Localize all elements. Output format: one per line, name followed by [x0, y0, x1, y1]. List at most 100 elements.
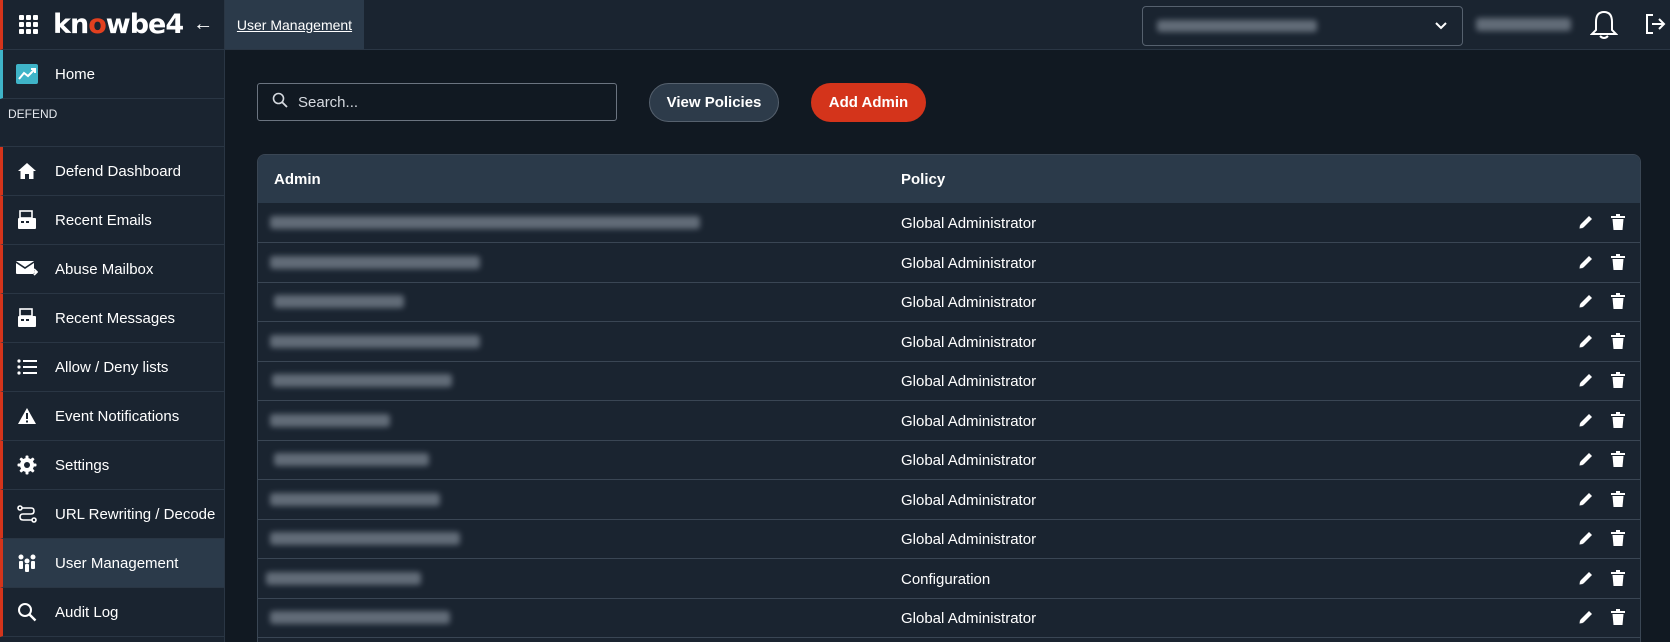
- table-row[interactable]: [redacted email] Global Administrator: [258, 322, 1640, 362]
- admin-email-redacted: [redacted email]: [266, 571, 421, 585]
- brand-bar: knowbe4 ←: [0, 0, 224, 50]
- edit-pencil-icon[interactable]: [1578, 530, 1594, 550]
- edit-pencil-icon[interactable]: [1578, 412, 1594, 432]
- delete-trash-icon[interactable]: [1611, 569, 1625, 590]
- sidebar-item-allow-deny-lists[interactable]: Allow / Deny lists: [0, 343, 224, 392]
- policy-cell: Global Administrator: [901, 452, 1037, 469]
- policy-cell: Global Administrator: [901, 373, 1037, 390]
- delete-trash-icon[interactable]: [1611, 372, 1625, 392]
- policy-cell: Global Administrator: [901, 531, 1037, 548]
- user-name-redacted[interactable]: [1476, 18, 1571, 31]
- breadcrumb-user-management[interactable]: User Management: [225, 0, 364, 49]
- sidebar-item-user-management[interactable]: User Management: [0, 539, 224, 588]
- sidebar-item-label: Audit Log: [55, 603, 119, 621]
- table-row[interactable]: [redacted email] Global Administrator: [258, 480, 1640, 520]
- sidebar-item-recent-emails[interactable]: Recent Emails: [0, 196, 224, 245]
- policy-cell: Global Administrator: [901, 491, 1037, 509]
- sidebar-item-label: Recent Emails: [55, 211, 152, 229]
- policy-cell: Global Administrator: [901, 333, 1037, 351]
- sidebar-item-label: Abuse Mailbox: [55, 260, 154, 278]
- logout-icon[interactable]: [1644, 13, 1666, 40]
- search-icon: [16, 601, 38, 623]
- table-row[interactable]: [redacted email] Global Administrator: [258, 519, 1640, 559]
- table-row[interactable]: [redacted email] Global Administrator: [258, 203, 1640, 243]
- add-admin-button[interactable]: Add Admin: [811, 83, 926, 122]
- policy-cell: Global Administrator: [901, 610, 1037, 627]
- inbox-icon: [16, 209, 38, 231]
- home-icon: [16, 160, 38, 182]
- admin-email-redacted: [redacted email]: [270, 532, 460, 545]
- admin-email-redacted: [redacted email]: [272, 374, 452, 387]
- chevron-down-icon: [1434, 19, 1448, 38]
- admin-email-redacted: [redacted email]: [274, 295, 404, 308]
- users-icon: [16, 552, 38, 574]
- warning-icon: [16, 405, 38, 427]
- table-row[interactable]: [redacted email] Global Administrator: [258, 401, 1640, 441]
- delete-trash-icon[interactable]: [1611, 293, 1625, 313]
- delete-trash-icon[interactable]: [1611, 490, 1625, 511]
- app-grid-icon[interactable]: [19, 14, 39, 35]
- delete-trash-icon[interactable]: [1611, 530, 1625, 550]
- search-input[interactable]: [298, 93, 598, 111]
- sidebar-item-label: Event Notifications: [55, 407, 180, 425]
- search-icon: [272, 92, 288, 113]
- edit-pencil-icon[interactable]: [1578, 254, 1594, 274]
- trending-chart-icon: [16, 63, 38, 85]
- delete-trash-icon[interactable]: [1611, 609, 1625, 629]
- top-bar: User Management: [225, 0, 1670, 50]
- admin-email-redacted: [redacted email]: [270, 611, 450, 624]
- edit-pencil-icon[interactable]: [1578, 293, 1594, 313]
- table-row[interactable]: [redacted email] Global Administrator: [258, 361, 1640, 401]
- policy-cell: Global Administrator: [901, 294, 1037, 311]
- sidebar-item-abuse-mailbox[interactable]: Abuse Mailbox: [0, 245, 224, 294]
- admin-email-redacted: [redacted email]: [270, 255, 480, 269]
- edit-pencil-icon[interactable]: [1578, 570, 1594, 590]
- sidebar-item-home[interactable]: Home: [0, 50, 224, 99]
- sidebar-item-audit-log[interactable]: Audit Log: [0, 588, 224, 637]
- notifications-bell-icon[interactable]: [1589, 10, 1619, 45]
- sidebar-item-label: Allow / Deny lists: [55, 358, 169, 376]
- policy-cell: Global Administrator: [901, 254, 1037, 272]
- knowbe4-logo[interactable]: knowbe4: [53, 9, 184, 40]
- account-name-redacted: [1157, 20, 1317, 32]
- sidebar-item-recent-messages[interactable]: Recent Messages: [0, 294, 224, 343]
- table-row[interactable]: [redacted email] Global Administrator: [258, 243, 1640, 283]
- sidebar-item-label: Recent Messages: [55, 309, 176, 327]
- edit-pencil-icon[interactable]: [1578, 609, 1594, 629]
- edit-pencil-icon[interactable]: [1578, 451, 1594, 471]
- table-row[interactable]: [redacted email] Global Administrator: [258, 282, 1640, 322]
- collapse-sidebar-arrow-icon[interactable]: ←: [193, 13, 213, 36]
- section-label-defend: DEFEND: [0, 99, 224, 147]
- mail-forward-icon: [16, 258, 38, 280]
- sidebar-item-label: Settings: [55, 456, 110, 474]
- admin-email-redacted: [redacted email]: [274, 453, 429, 466]
- edit-pencil-icon[interactable]: [1578, 214, 1594, 234]
- delete-trash-icon[interactable]: [1611, 332, 1625, 353]
- admin-email-redacted: [redacted email]: [270, 216, 700, 229]
- sidebar-item-defend-dashboard[interactable]: Defend Dashboard: [0, 147, 224, 196]
- account-selector[interactable]: [1142, 6, 1463, 46]
- sidebar-item-settings[interactable]: Settings: [0, 441, 224, 490]
- delete-trash-icon[interactable]: [1611, 253, 1625, 274]
- table-row[interactable]: [redacted email] Global Administrator: [258, 440, 1640, 480]
- delete-trash-icon[interactable]: [1611, 451, 1625, 471]
- inbox-icon: [16, 307, 38, 329]
- edit-pencil-icon[interactable]: [1578, 333, 1594, 353]
- sidebar: knowbe4 ← Home DEFEND Defend Dashboard R…: [0, 0, 225, 642]
- edit-pencil-icon[interactable]: [1578, 372, 1594, 392]
- delete-trash-icon[interactable]: [1611, 214, 1625, 234]
- admin-email-redacted: [redacted email]: [270, 334, 480, 348]
- list-icon: [16, 356, 38, 378]
- policy-cell: Global Administrator: [901, 215, 1037, 232]
- view-policies-button[interactable]: View Policies: [649, 83, 779, 122]
- sidebar-item-label: Defend Dashboard: [55, 162, 181, 180]
- sidebar-item-url-rewriting[interactable]: URL Rewriting / Decode: [0, 490, 224, 539]
- table-row[interactable]: [redacted email] Configuration: [258, 559, 1640, 599]
- table-row[interactable]: [redacted email] Global Administrator: [258, 598, 1640, 638]
- sidebar-item-event-notifications[interactable]: Event Notifications: [0, 392, 224, 441]
- sidebar-item-label: URL Rewriting / Decode: [55, 505, 216, 523]
- delete-trash-icon[interactable]: [1611, 411, 1625, 432]
- edit-pencil-icon[interactable]: [1578, 491, 1594, 511]
- search-field[interactable]: [257, 83, 617, 121]
- policy-cell: Global Administrator: [901, 412, 1037, 430]
